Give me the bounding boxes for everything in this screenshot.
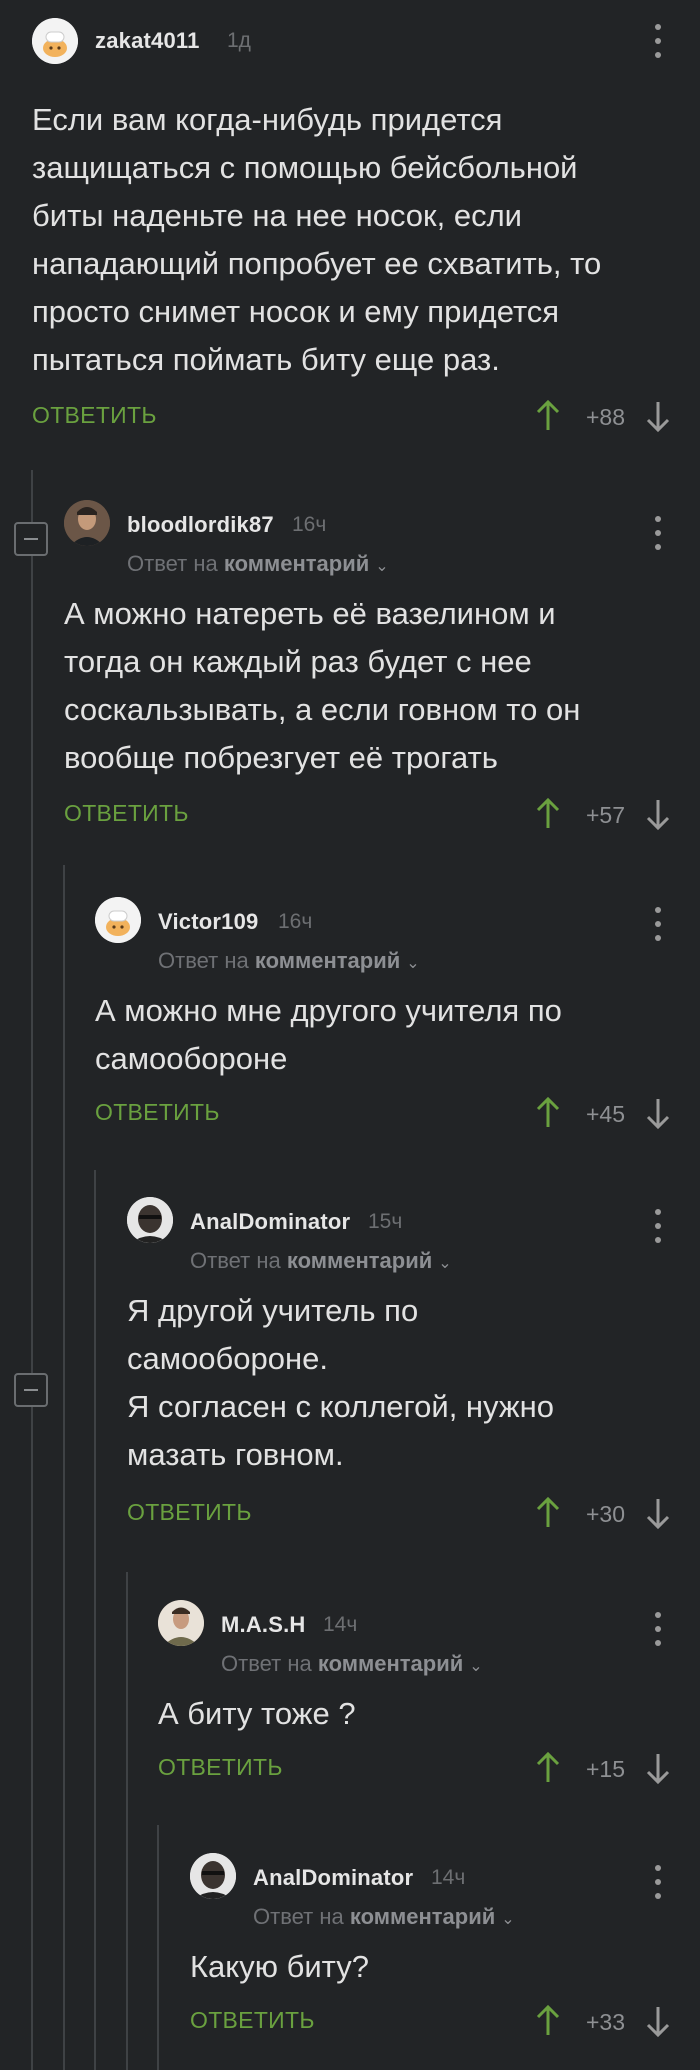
thread-line <box>63 865 65 2070</box>
reply-button[interactable]: ОТВЕТИТЬ <box>64 800 189 827</box>
more-options-icon[interactable] <box>648 1865 668 1899</box>
comment-text: А можно натереть её вазелином и тогда он… <box>64 596 581 775</box>
chevron-down-icon: ⌄ <box>375 558 389 575</box>
comment-text: Какую биту? <box>190 1949 369 1984</box>
username[interactable]: AnalDominator <box>253 1865 413 1891</box>
chevron-down-icon: ⌄ <box>501 1911 515 1928</box>
upvote-icon[interactable] <box>533 1095 563 1131</box>
downvote-icon[interactable] <box>643 2003 673 2039</box>
upvote-icon[interactable] <box>533 1750 563 1786</box>
user-photo-icon <box>190 1853 236 1899</box>
timestamp: 16ч <box>292 513 327 536</box>
rating-score: +15 <box>585 1756 625 1782</box>
comment: bloodlordik87 16ч Ответ на комментарий ⌄ … <box>64 500 700 840</box>
timestamp: 16ч <box>278 910 313 933</box>
reply-button[interactable]: ОТВЕТИТЬ <box>32 402 157 429</box>
comment: AnalDominator 15ч Ответ на комментарий ⌄ … <box>127 1197 700 1557</box>
chef-hat-icon <box>32 18 78 64</box>
chef-hat-icon <box>95 897 141 943</box>
reply-to-link[interactable]: Ответ на комментарий ⌄ <box>127 551 389 577</box>
reply-button[interactable]: ОТВЕТИТЬ <box>158 1754 283 1781</box>
rating-score: +33 <box>585 2009 625 2035</box>
thread-line <box>126 1572 128 2070</box>
chevron-down-icon: ⌄ <box>438 1255 452 1272</box>
comment-thread: zakat4011 1д Если вам когда-нибудь приде… <box>0 0 700 2070</box>
user-photo-icon <box>64 500 110 546</box>
upvote-icon[interactable] <box>533 796 563 832</box>
more-options-icon[interactable] <box>648 907 668 941</box>
comment: Victor109 16ч Ответ на комментарий ⌄ А мо… <box>95 897 700 1147</box>
comment-text: А можно мне другого учителя по самооборо… <box>95 993 562 1076</box>
downvote-icon[interactable] <box>643 1750 673 1786</box>
more-options-icon[interactable] <box>648 1612 668 1646</box>
timestamp: 14ч <box>323 1613 358 1636</box>
thread-line <box>94 1170 96 2070</box>
user-avatar[interactable] <box>64 500 110 546</box>
reply-button[interactable]: ОТВЕТИТЬ <box>95 1099 220 1126</box>
comment: zakat4011 1д Если вам когда-нибудь приде… <box>32 18 700 438</box>
upvote-icon[interactable] <box>533 1495 563 1531</box>
reply-button[interactable]: ОТВЕТИТЬ <box>190 2007 315 2034</box>
username[interactable]: zakat4011 <box>95 28 200 54</box>
chevron-down-icon: ⌄ <box>406 955 420 972</box>
user-avatar[interactable] <box>32 18 78 64</box>
minus-icon <box>24 538 38 540</box>
thread-line <box>31 470 33 2070</box>
more-options-icon[interactable] <box>648 1209 668 1243</box>
user-photo-icon <box>158 1600 204 1646</box>
more-options-icon[interactable] <box>648 516 668 550</box>
downvote-icon[interactable] <box>643 796 673 832</box>
downvote-icon[interactable] <box>643 1495 673 1531</box>
rating-score: +57 <box>585 802 625 828</box>
chevron-down-icon: ⌄ <box>469 1658 483 1675</box>
username[interactable]: AnalDominator <box>190 1209 350 1235</box>
rating-score: +88 <box>585 404 625 430</box>
reply-to-link[interactable]: Ответ на комментарий ⌄ <box>158 948 420 974</box>
username[interactable]: Victor109 <box>158 909 258 935</box>
comment-text: Я другой учитель по самообороне. Я согла… <box>127 1293 554 1472</box>
comment: M.A.S.H 14ч Ответ на комментарий ⌄ А биту… <box>158 1600 700 1800</box>
comment-text: А биту тоже ? <box>158 1696 356 1731</box>
upvote-icon[interactable] <box>533 398 563 434</box>
collapse-thread-button[interactable] <box>14 1373 48 1407</box>
user-avatar[interactable] <box>158 1600 204 1646</box>
timestamp: 14ч <box>431 1866 466 1889</box>
username[interactable]: M.A.S.H <box>221 1612 306 1638</box>
comment: AnalDominator 14ч Ответ на комментарий ⌄ … <box>190 1853 700 2053</box>
timestamp: 1д <box>227 29 251 52</box>
username[interactable]: bloodlordik87 <box>127 512 274 538</box>
reply-to-link[interactable]: Ответ на комментарий ⌄ <box>221 1651 483 1677</box>
reply-to-link[interactable]: Ответ на комментарий ⌄ <box>190 1248 452 1274</box>
rating-score: +45 <box>585 1101 625 1127</box>
thread-line <box>157 1825 159 2070</box>
user-avatar[interactable] <box>190 1853 236 1899</box>
reply-to-link[interactable]: Ответ на комментарий ⌄ <box>253 1904 515 1930</box>
user-photo-icon <box>127 1197 173 1243</box>
more-options-icon[interactable] <box>648 24 668 58</box>
timestamp: 15ч <box>368 1210 403 1233</box>
collapse-thread-button[interactable] <box>14 522 48 556</box>
rating-score: +30 <box>585 1501 625 1527</box>
downvote-icon[interactable] <box>643 1095 673 1131</box>
comment-text: Если вам когда-нибудь придется защищатьс… <box>32 102 602 377</box>
user-avatar[interactable] <box>95 897 141 943</box>
reply-button[interactable]: ОТВЕТИТЬ <box>127 1499 252 1526</box>
minus-icon <box>24 1389 38 1391</box>
downvote-icon[interactable] <box>643 398 673 434</box>
upvote-icon[interactable] <box>533 2003 563 2039</box>
user-avatar[interactable] <box>127 1197 173 1243</box>
